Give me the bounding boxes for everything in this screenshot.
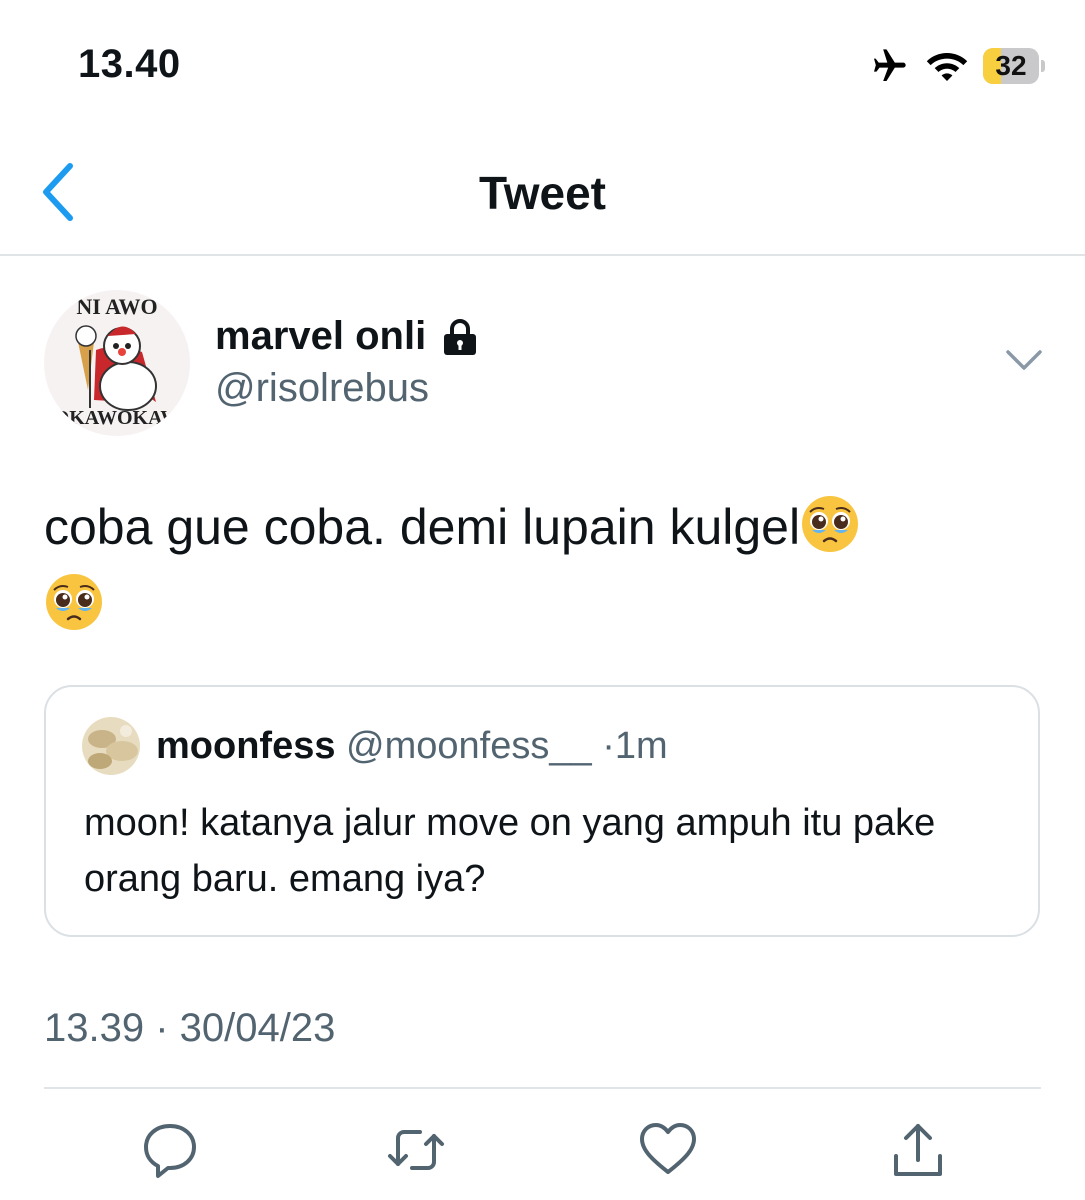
header-divider <box>0 254 1085 256</box>
lock-icon <box>444 318 477 355</box>
quoted-separator: · <box>602 725 615 767</box>
tweet-timestamp[interactable]: 13.39 · 30/04/23 <box>44 1006 335 1051</box>
wifi-icon <box>926 53 968 81</box>
pleading-face-emoji <box>802 496 859 552</box>
quoted-avatar[interactable] <box>82 717 140 775</box>
battery-level: 32 <box>995 50 1027 81</box>
airplane-icon <box>874 49 906 81</box>
quoted-time: 1m <box>614 725 668 767</box>
status-time: 13.40 <box>78 42 181 86</box>
quoted-name: moonfess <box>156 725 336 767</box>
pleading-face-emoji <box>46 574 102 630</box>
tweet-text: coba gue coba. demi lupain kulgel <box>44 499 801 555</box>
quoted-handle: @moonfess__ <box>346 725 592 767</box>
quoted-header: moonfess @moonfess__ ·1m <box>156 725 668 768</box>
avatar-text-top: NI AWO <box>76 294 157 319</box>
share-icon[interactable] <box>888 1120 948 1180</box>
actions-divider <box>44 1087 1041 1089</box>
author-name[interactable]: marvel onli <box>215 314 426 359</box>
quoted-tweet[interactable]: moonfess @moonfess__ ·1m moon! katanya j… <box>44 685 1040 937</box>
battery-icon: 32 <box>983 48 1045 84</box>
status-icons: 32 <box>867 44 1045 88</box>
reply-icon[interactable] <box>140 1120 200 1180</box>
tweet-text-block: coba gue coba. demi lupain kulgel <box>44 488 1044 644</box>
quoted-text: moon! katanya jalur move on yang ampuh i… <box>84 802 936 900</box>
avatar-text-bottom: OKAWOKAW <box>54 407 181 429</box>
author-name-row[interactable]: marvel onli <box>215 314 480 359</box>
page-title: Tweet <box>479 167 606 219</box>
author-handle[interactable]: @risolrebus <box>215 366 429 411</box>
author-avatar[interactable]: NI AWO OKAWOKAW <box>44 290 190 436</box>
chevron-down-icon[interactable] <box>1004 346 1044 376</box>
retweet-icon[interactable] <box>386 1120 446 1180</box>
like-icon[interactable] <box>638 1120 698 1180</box>
